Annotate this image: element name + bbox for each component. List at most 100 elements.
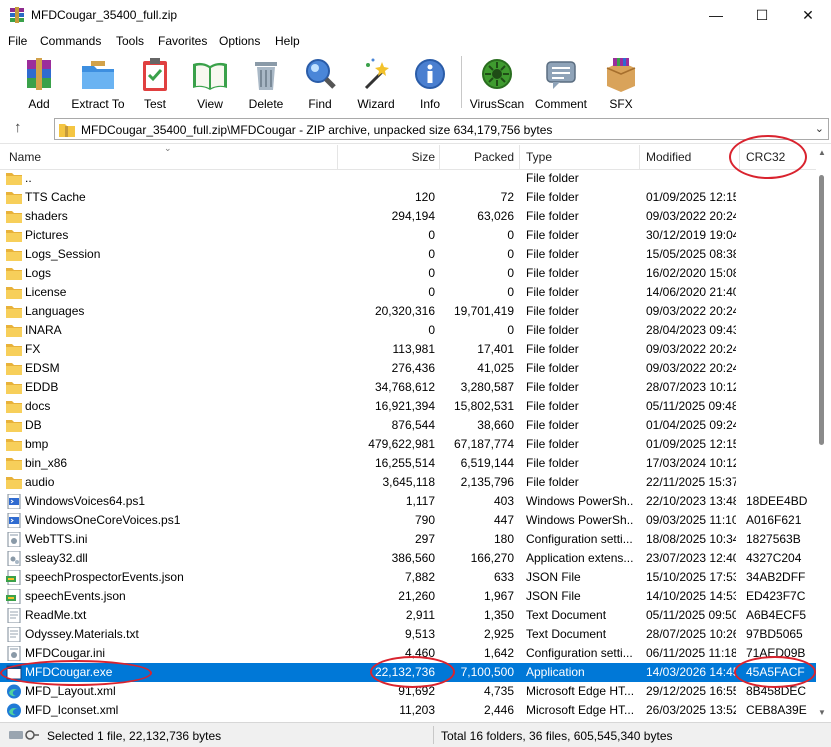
file-name: DB — [25, 418, 42, 432]
find-button[interactable]: Find — [290, 56, 350, 112]
table-row[interactable]: WebTTS.ini 297 180 Configuration setti... 18… — [0, 530, 816, 549]
file-crc32 — [746, 321, 816, 340]
file-type: File folder — [526, 228, 579, 242]
toolbar: Add Extract To Test View Delete Find Wiz… — [0, 52, 831, 114]
table-row[interactable]: Logs_Session 0 0 File folder 15/05/2025 08:3… — [0, 245, 816, 264]
table-row[interactable]: bmp 479,622,981 67,187,774 File folder 01/09… — [0, 435, 816, 454]
view-button[interactable]: View — [180, 56, 240, 112]
virusscan-label: VirusScan — [469, 97, 525, 111]
maximize-button[interactable]: ☐ — [739, 0, 785, 30]
table-row[interactable]: Pictures 0 0 File folder 30/12/2019 19:04 — [0, 226, 816, 245]
delete-button[interactable]: Delete — [236, 56, 296, 112]
menu-favorites[interactable]: Favorites — [158, 34, 207, 48]
extract-to-button[interactable]: Extract To — [67, 56, 129, 112]
file-name: Logs — [25, 266, 52, 280]
file-type: File folder — [526, 209, 579, 223]
file-type: File folder — [526, 456, 579, 470]
file-name: Pictures — [25, 228, 69, 242]
find-label: Find — [308, 97, 332, 111]
virusscan-button[interactable]: VirusScan — [467, 56, 527, 112]
file-list[interactable]: .. File folder TTS Cache 120 72 File folder 01… — [0, 169, 816, 720]
menu-file[interactable]: File — [8, 34, 27, 48]
close-button[interactable]: ✕ — [785, 0, 831, 30]
column-size[interactable]: Size — [338, 145, 435, 169]
file-crc32 — [746, 264, 816, 283]
file-modified: 09/03/2022 20:24 — [646, 342, 736, 356]
table-row[interactable]: bin_x86 16,255,514 6,519,144 File folder 17/… — [0, 454, 816, 473]
file-modified: 09/03/2022 20:24 — [646, 209, 736, 223]
extract-folder-icon — [82, 61, 114, 89]
table-row[interactable]: MFD_Iconset.xml 11,203 2,446 Microsoft Edge… — [0, 701, 816, 720]
scroll-down-icon[interactable]: ▼ — [818, 708, 826, 717]
file-packed: 166,270 — [470, 551, 514, 565]
table-row[interactable]: Odyssey.Materials.txt 9,513 2,925 Text Docu… — [0, 625, 816, 644]
test-button[interactable]: Test — [125, 56, 185, 112]
minimize-button[interactable]: — — [693, 0, 739, 30]
status-selection: Selected 1 file, 22,132,736 bytes — [47, 729, 222, 743]
menu-options[interactable]: Options — [219, 34, 260, 48]
scrollbar-thumb[interactable] — [819, 175, 824, 445]
address-path: MFDCougar_35400_full.zip\MFDCougar - ZIP… — [81, 123, 553, 137]
winrar-app-icon — [10, 7, 24, 23]
title-bar[interactable]: MFDCougar_35400_full.zip — ☐ ✕ — [0, 0, 831, 30]
file-crc32 — [746, 340, 816, 359]
column-separator[interactable] — [639, 145, 640, 169]
file-packed: 0 — [507, 285, 514, 299]
table-row[interactable]: WindowsVoices64.ps1 1,117 403 Windows Power… — [0, 492, 816, 511]
address-bar[interactable]: MFDCougar_35400_full.zip\MFDCougar - ZIP… — [54, 118, 829, 140]
table-row[interactable]: DB 876,544 38,660 File folder 01/04/2025 09:… — [0, 416, 816, 435]
menu-help[interactable]: Help — [275, 34, 300, 48]
edge-file-icon — [7, 684, 21, 699]
file-name: WindowsVoices64.ps1 — [25, 494, 146, 508]
column-separator[interactable] — [519, 145, 520, 169]
column-type[interactable]: Type — [526, 145, 634, 169]
file-modified: 22/11/2025 15:37 — [646, 475, 736, 489]
table-row[interactable]: EDDB 34,768,612 3,280,587 File folder 28/07/… — [0, 378, 816, 397]
file-crc32 — [746, 188, 816, 207]
up-arrow-icon[interactable]: ↑ — [14, 119, 22, 136]
file-modified: 14/06/2020 21:40 — [646, 285, 736, 299]
ini-file-icon — [7, 532, 21, 547]
file-type: Application extens... — [526, 551, 634, 565]
table-row[interactable]: ssleay32.dll 386,560 166,270 Application ex… — [0, 549, 816, 568]
column-modified[interactable]: Modified — [646, 145, 726, 169]
address-row: ↑ MFDCougar_35400_full.zip\MFDCougar - Z… — [0, 115, 831, 144]
wizard-button[interactable]: Wizard — [346, 56, 406, 112]
table-row[interactable]: License 0 0 File folder 14/06/2020 21:40 — [0, 283, 816, 302]
folder-icon — [6, 382, 22, 394]
file-type: File folder — [526, 380, 579, 394]
table-row[interactable]: audio 3,645,118 2,135,796 File folder 22/11/… — [0, 473, 816, 492]
file-modified: 01/04/2025 09:24 — [646, 418, 736, 432]
table-row[interactable]: .. File folder — [0, 169, 816, 188]
file-size: 9,513 — [404, 627, 435, 641]
window-title: MFDCougar_35400_full.zip — [31, 8, 178, 22]
file-modified: 15/10/2025 17:53 — [646, 570, 736, 584]
toolbar-separator — [461, 56, 462, 108]
menu-commands[interactable]: Commands — [40, 34, 101, 48]
table-row[interactable]: Languages 20,320,316 19,701,419 File folder… — [0, 302, 816, 321]
table-row[interactable]: Logs 0 0 File folder 16/02/2020 15:08 — [0, 264, 816, 283]
table-row[interactable]: shaders 294,194 63,026 File folder 09/03/202… — [0, 207, 816, 226]
table-row[interactable]: speechProspectorEvents.json 7,882 633 JSON … — [0, 568, 816, 587]
sfx-button[interactable]: SFX — [591, 56, 651, 112]
table-row[interactable]: docs 16,921,394 15,802,531 File folder 05/11… — [0, 397, 816, 416]
table-row[interactable]: INARA 0 0 File folder 28/04/2023 09:43 — [0, 321, 816, 340]
table-row[interactable]: WindowsOneCoreVoices.ps1 790 447 Windows Po… — [0, 511, 816, 530]
column-packed[interactable]: Packed — [440, 145, 514, 169]
table-row[interactable]: ReadMe.txt 2,911 1,350 Text Document 05/11/2… — [0, 606, 816, 625]
table-row[interactable]: FX 113,981 17,401 File folder 09/03/2022 20:… — [0, 340, 816, 359]
table-row[interactable]: EDSM 276,436 41,025 File folder 09/03/2022 2… — [0, 359, 816, 378]
scroll-up-icon[interactable]: ▲ — [818, 148, 826, 157]
file-name: TTS Cache — [25, 190, 86, 204]
comment-button[interactable]: Comment — [531, 56, 591, 112]
sfx-box-icon — [606, 58, 636, 92]
info-button[interactable]: Info — [400, 56, 460, 112]
table-row[interactable]: TTS Cache 120 72 File folder 01/09/2025 12:1… — [0, 188, 816, 207]
chevron-down-icon[interactable]: ⌄ — [815, 122, 824, 135]
file-packed: 1,642 — [483, 646, 514, 660]
menu-tools[interactable]: Tools — [116, 34, 144, 48]
table-row[interactable]: speechEvents.json 21,260 1,967 JSON File 14/… — [0, 587, 816, 606]
file-modified: 09/03/2022 20:24 — [646, 304, 736, 318]
add-archive-icon — [27, 58, 51, 90]
add-button[interactable]: Add — [9, 56, 69, 112]
